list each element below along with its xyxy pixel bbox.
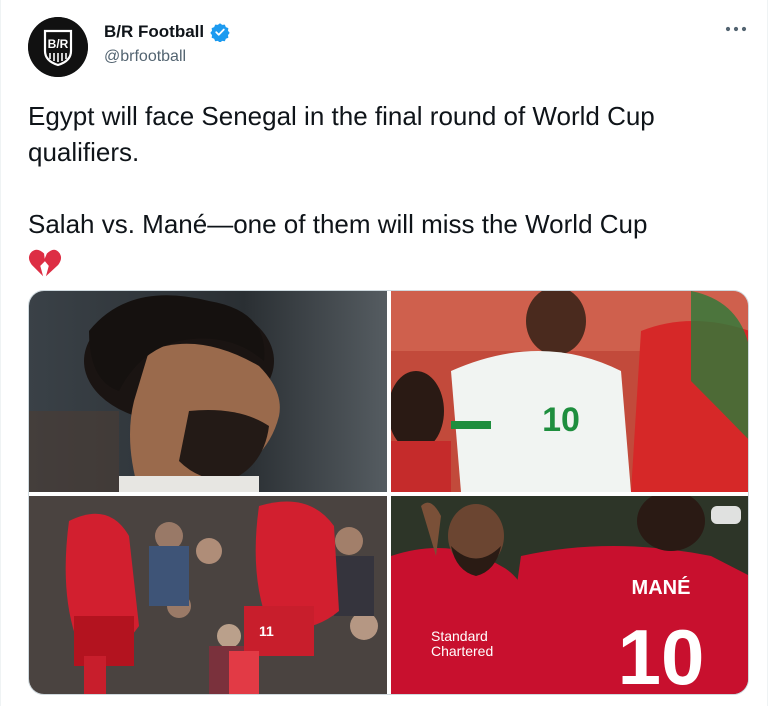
sponsor-line-1: Standard xyxy=(431,628,488,644)
salah-jersey-number: 11 xyxy=(259,623,274,639)
senegal-jersey-number: 10 xyxy=(542,401,580,439)
photo-salah-profile[interactable] xyxy=(29,291,387,492)
tweet-line-2: Salah vs. Mané—one of them will miss the… xyxy=(28,209,648,239)
media-grid: 10 11 Standard Chartered MANÉ 10 xyxy=(28,290,749,695)
br-logo-icon: B/R xyxy=(28,17,88,77)
tweet-text: Egypt will face Senegal in the final rou… xyxy=(28,98,748,279)
photo-salah-celebration[interactable]: 11 xyxy=(29,496,387,694)
user-handle[interactable]: @brfootball xyxy=(104,48,186,66)
verified-badge-icon xyxy=(210,22,230,43)
tweet-card: B/R B/R Football @brfootball Egypt will … xyxy=(0,0,768,706)
broken-heart-icon xyxy=(28,247,62,279)
avatar[interactable]: B/R xyxy=(28,17,88,77)
svg-text:B/R: B/R xyxy=(48,37,69,51)
display-name[interactable]: B/R Football xyxy=(104,22,204,42)
jersey-name: MANÉ xyxy=(632,576,691,599)
tweet-line-1: Egypt will face Senegal in the final rou… xyxy=(28,101,655,167)
photo-mane-senegal[interactable]: 10 xyxy=(391,291,748,492)
sponsor-line-2: Chartered xyxy=(431,643,493,659)
more-options-icon[interactable] xyxy=(723,22,749,42)
photo-salah-mane-liverpool[interactable]: Standard Chartered MANÉ 10 xyxy=(391,496,748,695)
jersey-number: 10 xyxy=(618,613,705,695)
author-row: B/R Football xyxy=(104,22,230,43)
